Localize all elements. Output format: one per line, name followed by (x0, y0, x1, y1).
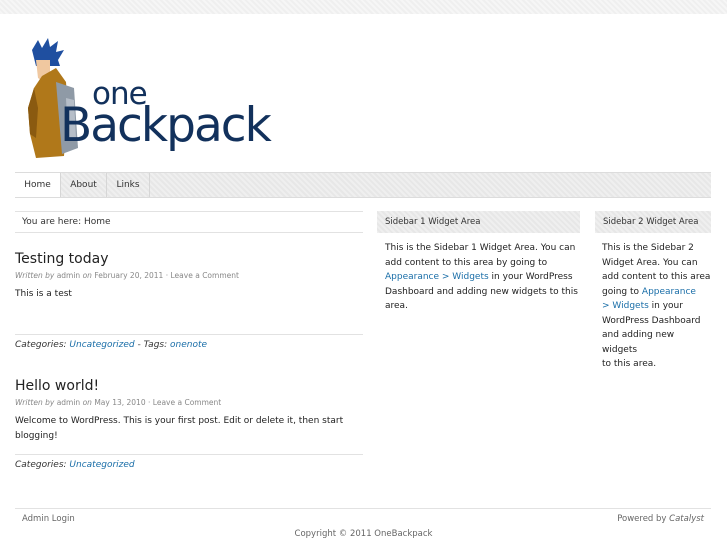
theme-link[interactable]: Catalyst (669, 514, 704, 524)
post-meta: Written by admin on February 20, 2011 · … (15, 271, 239, 280)
post-body: Welcome to WordPress. This is your first… (15, 416, 344, 441)
post-date: February 20, 2011 (94, 271, 164, 280)
post-author[interactable]: admin (57, 271, 81, 280)
post-meta: Written by admin on May 13, 2010 · Leave… (15, 398, 222, 407)
sidebar2-text: This is the Sidebar 2 Widget Area. You c… (602, 243, 711, 369)
sidebar1-text: This is the Sidebar 1 Widget Area. You c… (385, 243, 578, 311)
powered-by: Powered by Catalyst (617, 514, 704, 524)
sidebar2-title: Sidebar 2 Widget Area (595, 211, 711, 233)
page: one Backpack Home About Links You are he… (0, 14, 727, 545)
copyright: Copyright © 2011 OneBackpack (294, 529, 433, 539)
breadcrumb-text: You are here: Home (22, 217, 111, 227)
post-date: May 13, 2010 (94, 398, 146, 407)
breadcrumb: You are here: Home (15, 211, 363, 233)
nav-home[interactable]: Home (15, 173, 61, 197)
main-nav: Home About Links (15, 172, 711, 198)
nav-about[interactable]: About (61, 173, 107, 197)
post-title[interactable]: Hello world! (15, 378, 99, 394)
leave-comment-link[interactable]: Leave a Comment (153, 398, 221, 407)
logo-word-backpack: Backpack (60, 98, 272, 153)
tag-link[interactable]: onenote (170, 340, 207, 350)
site-logo[interactable]: one Backpack (22, 38, 312, 168)
widgets-link[interactable]: > Widgets (602, 301, 649, 311)
appearance-widgets-link[interactable]: Appearance > Widgets (385, 272, 489, 282)
nav-links[interactable]: Links (107, 173, 150, 197)
post-author[interactable]: admin (57, 398, 81, 407)
post-body: This is a test (15, 289, 72, 299)
sidebar1-title: Sidebar 1 Widget Area (377, 211, 580, 233)
post-title[interactable]: Testing today (15, 251, 108, 267)
category-link[interactable]: Uncategorized (69, 340, 134, 350)
footer-divider (15, 508, 711, 509)
post-footer: Categories: Uncategorized - Tags: onenot… (15, 334, 363, 355)
category-link[interactable]: Uncategorized (69, 460, 134, 470)
admin-login-link[interactable]: Admin Login (22, 514, 75, 524)
appearance-link[interactable]: Appearance (642, 287, 696, 297)
post-footer: Categories: Uncategorized (15, 454, 363, 475)
leave-comment-link[interactable]: Leave a Comment (171, 271, 239, 280)
